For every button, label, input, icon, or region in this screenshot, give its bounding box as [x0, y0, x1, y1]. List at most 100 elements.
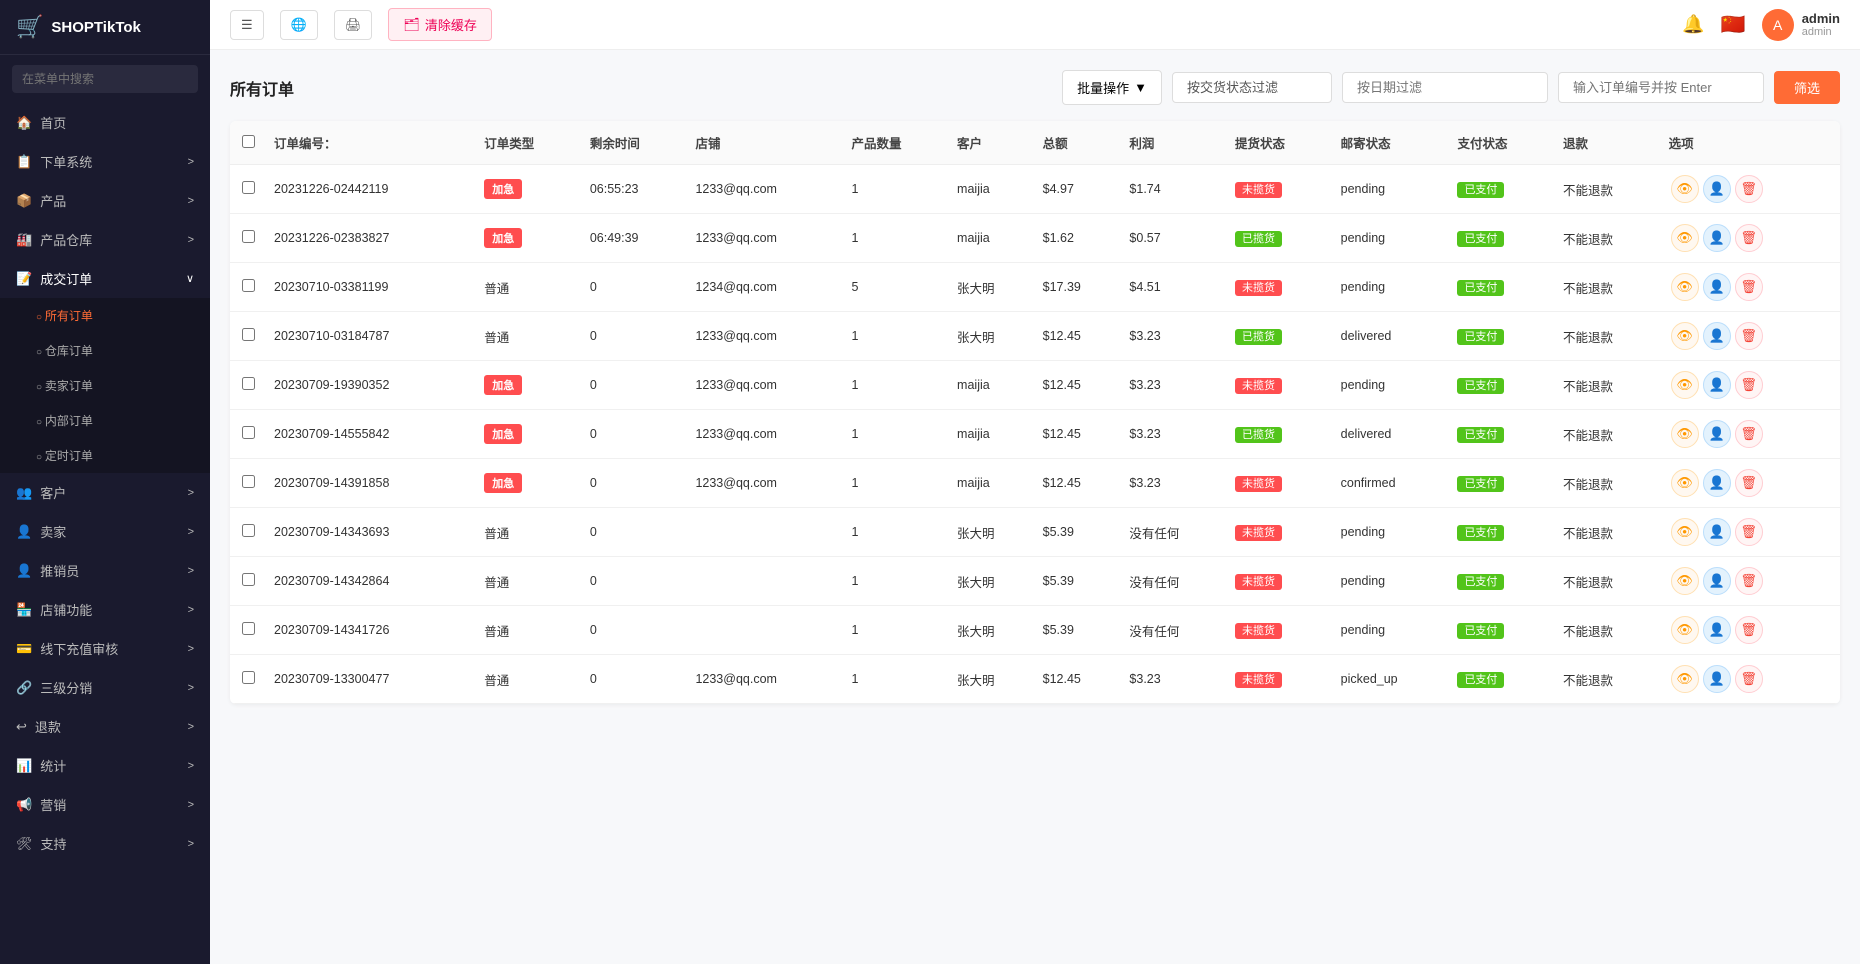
- delete-button[interactable]: 🗑: [1735, 469, 1763, 497]
- edit-button[interactable]: 👤: [1703, 273, 1731, 301]
- delete-button[interactable]: 🗑: [1735, 420, 1763, 448]
- edit-button[interactable]: 👤: [1703, 175, 1731, 203]
- row-checkbox[interactable]: [242, 181, 255, 194]
- row-checkbox[interactable]: [242, 573, 255, 586]
- edit-button[interactable]: 👤: [1703, 616, 1731, 644]
- sidebar-item-completed-orders[interactable]: 📝 成交订单 ∨: [0, 259, 210, 298]
- store-cell: 1233@qq.com: [687, 312, 843, 361]
- view-button[interactable]: 👁: [1671, 371, 1699, 399]
- delete-button[interactable]: 🗑: [1735, 665, 1763, 693]
- edit-button[interactable]: 👤: [1703, 469, 1731, 497]
- globe-button[interactable]: 🌐: [280, 10, 318, 40]
- view-button[interactable]: 👁: [1671, 175, 1699, 203]
- delete-button[interactable]: 🗑: [1735, 322, 1763, 350]
- sidebar-item-statistics[interactable]: 📊 统计 >: [0, 746, 210, 785]
- order-search-input[interactable]: [1558, 72, 1764, 103]
- sidebar-item-customer[interactable]: 👥 客户 >: [0, 473, 210, 512]
- order-type-badge: 加急: [484, 424, 522, 444]
- edit-button[interactable]: 👤: [1703, 224, 1731, 252]
- row-checkbox-cell: [230, 606, 266, 655]
- view-button[interactable]: 👁: [1671, 420, 1699, 448]
- row-checkbox[interactable]: [242, 328, 255, 341]
- sidebar-subitem-all-orders[interactable]: 所有订单: [0, 298, 210, 333]
- qty-cell: 1: [843, 410, 949, 459]
- row-checkbox[interactable]: [242, 671, 255, 684]
- sidebar-item-home[interactable]: 🏠 首页: [0, 103, 210, 142]
- row-checkbox[interactable]: [242, 622, 255, 635]
- clear-cache-button[interactable]: 🗂 清除缓存: [388, 8, 492, 41]
- row-checkbox[interactable]: [242, 475, 255, 488]
- select-all-header: [230, 121, 266, 165]
- customer-cell: 张大明: [949, 557, 1035, 606]
- row-checkbox[interactable]: [242, 426, 255, 439]
- edit-button[interactable]: 👤: [1703, 567, 1731, 595]
- sidebar-subitem-scheduled-orders[interactable]: 定时订单: [0, 438, 210, 473]
- ship-status-badge: 已揽货: [1235, 329, 1282, 345]
- delete-button[interactable]: 🗑: [1735, 224, 1763, 252]
- delete-button[interactable]: 🗑: [1735, 518, 1763, 546]
- delete-button[interactable]: 🗑: [1735, 175, 1763, 203]
- batch-operation-button[interactable]: 批量操作 ▼: [1062, 70, 1162, 105]
- sidebar-item-three-tier[interactable]: 🔗 三级分销 >: [0, 668, 210, 707]
- sidebar-item-seller[interactable]: 👤 卖家 >: [0, 512, 210, 551]
- delete-button[interactable]: 🗑: [1735, 616, 1763, 644]
- view-button[interactable]: 👁: [1671, 322, 1699, 350]
- filter-button[interactable]: 筛选: [1774, 71, 1840, 104]
- sidebar-item-product-warehouse[interactable]: 🏭 产品仓库 >: [0, 220, 210, 259]
- actions-cell: 👁 👤 🗑: [1661, 312, 1840, 361]
- edit-button[interactable]: 👤: [1703, 420, 1731, 448]
- edit-button[interactable]: 👤: [1703, 665, 1731, 693]
- view-button[interactable]: 👁: [1671, 567, 1699, 595]
- sidebar-subitem-warehouse-orders[interactable]: 仓库订单: [0, 333, 210, 368]
- row-checkbox[interactable]: [242, 279, 255, 292]
- date-filter-input[interactable]: [1342, 72, 1548, 103]
- sidebar-item-recharge-audit[interactable]: 💳 线下充值审核 >: [0, 629, 210, 668]
- sidebar-item-order-system[interactable]: 📋 下单系统 >: [0, 142, 210, 181]
- sidebar-item-label: 下单系统: [40, 152, 92, 171]
- action-buttons: 👁 👤 🗑: [1669, 322, 1832, 350]
- customer-cell: 张大明: [949, 312, 1035, 361]
- order-type-cell: 加急: [476, 459, 582, 508]
- view-button[interactable]: 👁: [1671, 518, 1699, 546]
- sidebar-item-marketing[interactable]: 📢 营销 >: [0, 785, 210, 824]
- delete-button[interactable]: 🗑: [1735, 273, 1763, 301]
- select-all-checkbox[interactable]: [242, 135, 255, 148]
- sidebar-subitem-seller-orders[interactable]: 卖家订单: [0, 368, 210, 403]
- sidebar-item-refund[interactable]: ↩ 退款 >: [0, 707, 210, 746]
- sidebar-item-icon: 🔗: [16, 680, 32, 696]
- sidebar-item-label-group: 🏪 店铺功能: [16, 600, 92, 619]
- row-checkbox[interactable]: [242, 230, 255, 243]
- sidebar-item-support[interactable]: 🛠 支持 >: [0, 824, 210, 863]
- view-button[interactable]: 👁: [1671, 273, 1699, 301]
- col-pay-status: 支付状态: [1449, 121, 1555, 165]
- row-checkbox[interactable]: [242, 377, 255, 390]
- chevron-icon: >: [188, 643, 194, 655]
- row-checkbox[interactable]: [242, 524, 255, 537]
- col-time: 剩余时间: [582, 121, 688, 165]
- view-button[interactable]: 👁: [1671, 224, 1699, 252]
- menu-toggle-button[interactable]: ☰: [230, 10, 264, 40]
- time-cell: 0: [582, 557, 688, 606]
- edit-button[interactable]: 👤: [1703, 518, 1731, 546]
- notification-bell-icon[interactable]: 🔔: [1682, 14, 1704, 35]
- delete-button[interactable]: 🗑: [1735, 371, 1763, 399]
- admin-area[interactable]: A admin admin: [1762, 9, 1840, 41]
- language-flag[interactable]: 🇨🇳: [1721, 12, 1746, 37]
- view-button[interactable]: 👁: [1671, 616, 1699, 644]
- sidebar-subitem-internal-orders[interactable]: 内部订单: [0, 403, 210, 438]
- view-button[interactable]: 👁: [1671, 469, 1699, 497]
- sidebar-item-store-function[interactable]: 🏪 店铺功能 >: [0, 590, 210, 629]
- edit-button[interactable]: 👤: [1703, 371, 1731, 399]
- sidebar-item-product[interactable]: 📦 产品 >: [0, 181, 210, 220]
- view-button[interactable]: 👁: [1671, 665, 1699, 693]
- edit-button[interactable]: 👤: [1703, 322, 1731, 350]
- delete-button[interactable]: 🗑: [1735, 567, 1763, 595]
- time-cell: 0: [582, 263, 688, 312]
- logo-text: SHOPTikTok: [51, 19, 140, 36]
- sidebar-item-promoter[interactable]: 👤 推销员 >: [0, 551, 210, 590]
- sidebar-search-container: [0, 55, 210, 103]
- print-button[interactable]: 🖨: [334, 10, 373, 40]
- ship-status-cell: 未揽货: [1227, 508, 1333, 557]
- sidebar-search-input[interactable]: [12, 65, 198, 93]
- status-filter-select[interactable]: 按交货状态过滤: [1172, 72, 1332, 103]
